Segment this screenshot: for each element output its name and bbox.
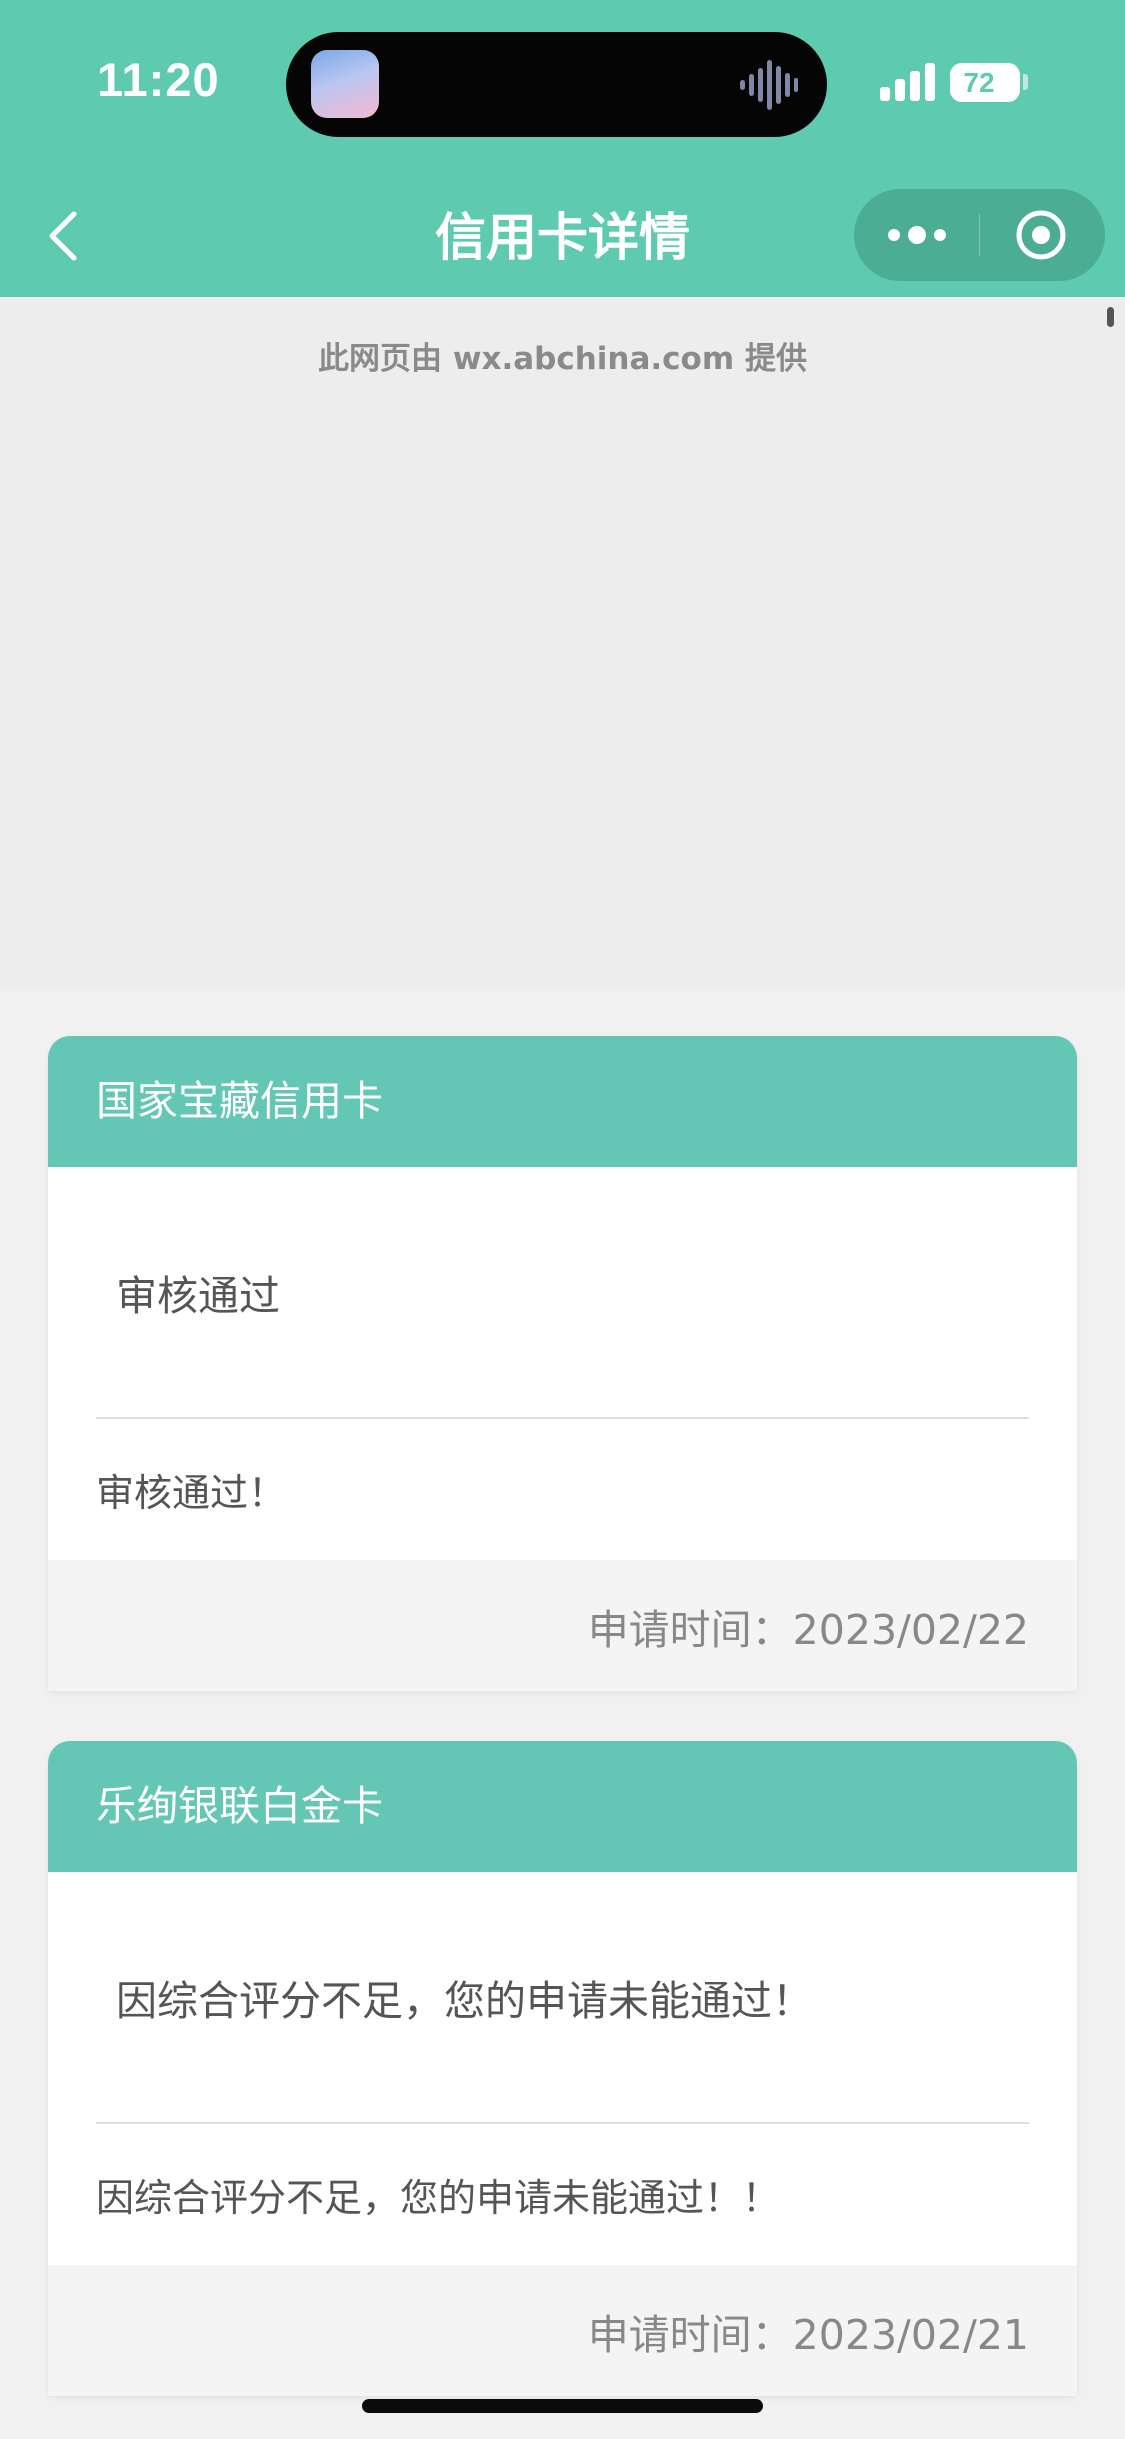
apply-time: 申请时间：2023/02/22	[48, 1560, 1077, 1691]
battery-tip	[1023, 74, 1028, 90]
now-playing-app-icon	[311, 50, 379, 118]
card-status: 审核通过	[116, 1272, 280, 1320]
card-message: 审核通过！	[96, 1471, 287, 1515]
close-mini-program-button[interactable]	[980, 189, 1105, 281]
card-name: 国家宝藏信用卡	[48, 1036, 1077, 1167]
application-card[interactable]: 乐绚银联白金卡 因综合评分不足，您的申请未能通过！ 因综合评分不足，您的申请未能…	[48, 1741, 1077, 2396]
audio-waveform-icon	[740, 60, 798, 110]
card-name: 乐绚银联白金卡	[48, 1741, 1077, 1872]
scroll-indicator[interactable]	[1107, 307, 1114, 327]
more-dots-icon	[888, 226, 946, 244]
card-status: 因综合评分不足，您的申请未能通过！	[116, 1977, 813, 2025]
application-card[interactable]: 国家宝藏信用卡 审核通过 审核通过！ 申请时间：2023/02/22	[48, 1036, 1077, 1691]
cellular-signal-icon	[880, 63, 935, 101]
status-time: 11:20	[97, 53, 220, 106]
home-indicator[interactable]	[362, 2399, 763, 2413]
apply-time: 申请时间：2023/02/21	[48, 2265, 1077, 2396]
target-circle-icon	[1016, 210, 1066, 260]
mini-program-capsule	[854, 189, 1105, 281]
battery-icon: 72	[950, 63, 1020, 102]
battery-level: 72	[963, 67, 995, 98]
more-button[interactable]	[854, 189, 979, 281]
top-bar: 11:20 72 信用卡详情	[0, 0, 1125, 297]
webview-blank-area	[0, 297, 1125, 989]
card-message: 因综合评分不足，您的申请未能通过！！	[96, 2176, 781, 2220]
dynamic-island	[286, 32, 827, 137]
webpage-provider-notice: 此网页由 wx.abchina.com 提供	[318, 341, 807, 377]
